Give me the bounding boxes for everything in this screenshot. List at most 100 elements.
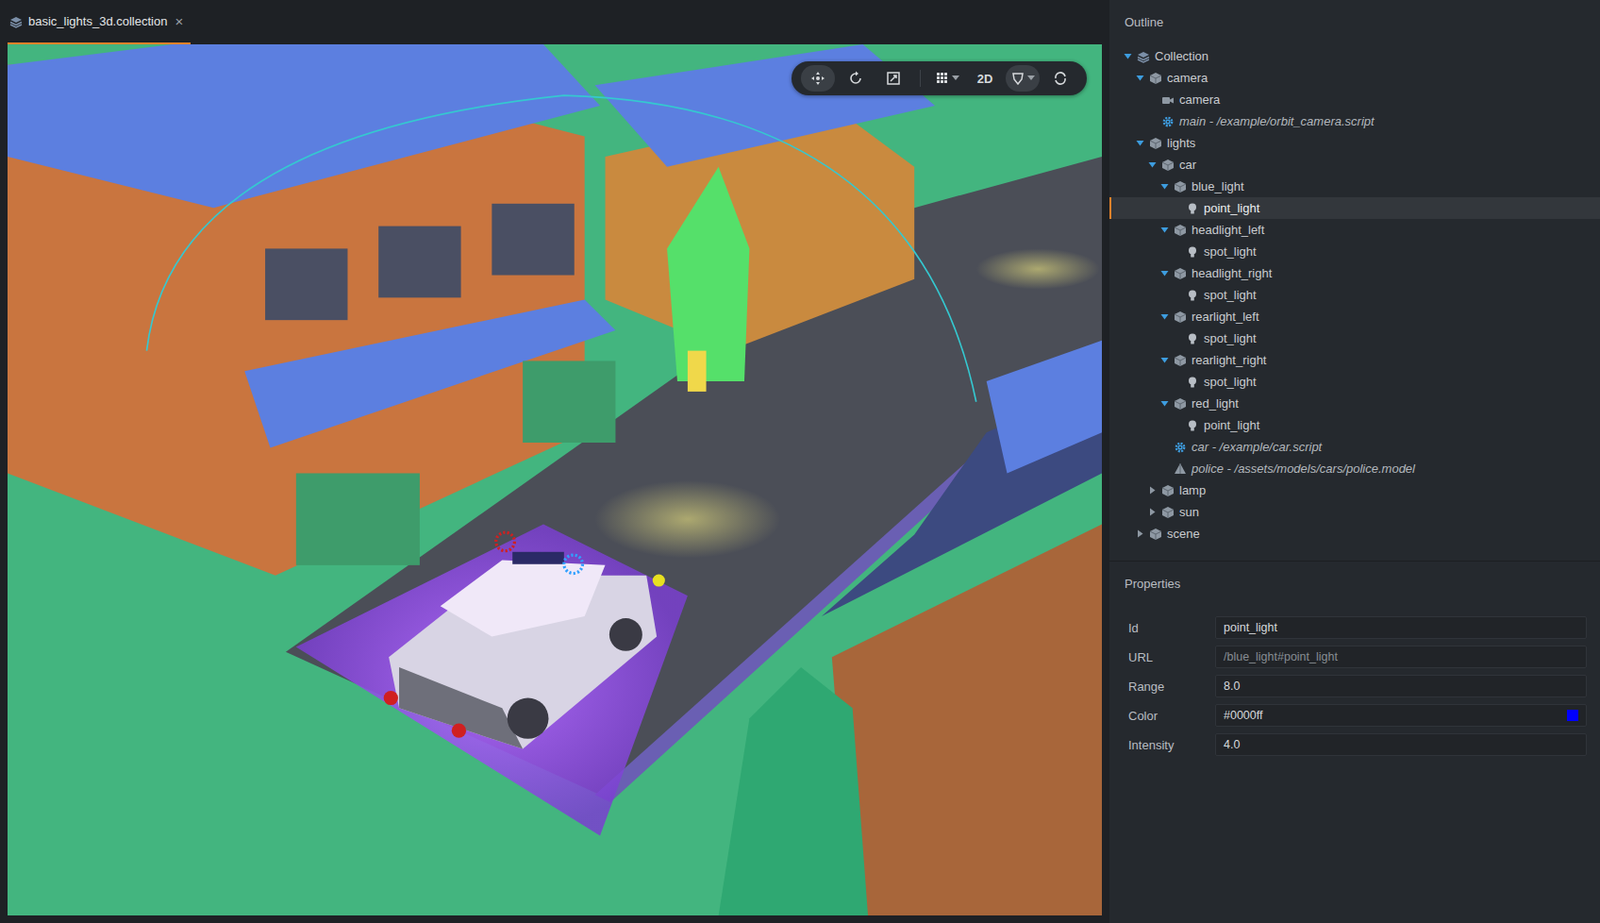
- game-object-icon: [1161, 483, 1175, 498]
- property-label: Intensity: [1128, 737, 1197, 752]
- expanded-arrow-icon[interactable]: [1160, 312, 1169, 321]
- gear-icon: [1161, 115, 1175, 129]
- game-object-icon: [1173, 353, 1187, 367]
- outline-item[interactable]: police - /assets/models/cars/police.mode…: [1109, 457, 1600, 480]
- outline-item[interactable]: spot_light: [1109, 327, 1600, 350]
- property-label: URL: [1128, 650, 1197, 665]
- outline-item[interactable]: sun: [1109, 500, 1600, 523]
- rotate-tool-button[interactable]: [838, 65, 873, 92]
- expanded-arrow-icon[interactable]: [1160, 182, 1169, 191]
- tab-close-button[interactable]: ×: [172, 13, 185, 30]
- scale-icon: [885, 70, 901, 86]
- color-swatch[interactable]: [1566, 709, 1579, 721]
- expanded-arrow-icon[interactable]: [1135, 73, 1145, 83]
- viewport-toolbar: 2D: [791, 61, 1087, 96]
- property-field[interactable]: point_light: [1215, 616, 1587, 639]
- game-object-icon: [1173, 223, 1187, 237]
- property-field[interactable]: 8.0: [1215, 674, 1587, 698]
- editor-window: basic_lights_3d.collection× 2D Outline Coll…: [0, 0, 1600, 923]
- property-label: Id: [1128, 620, 1197, 635]
- editor-area: basic_lights_3d.collection× 2D: [0, 0, 1102, 923]
- game-object-icon: [1161, 158, 1175, 172]
- expanded-arrow-icon[interactable]: [1135, 138, 1145, 148]
- outline-item[interactable]: headlight_right: [1109, 262, 1600, 284]
- game-object-icon: [1149, 136, 1163, 150]
- scene-view[interactable]: [7, 44, 1102, 916]
- camera-realign-icon: [1052, 70, 1068, 86]
- rotate-icon: [848, 70, 864, 86]
- viewport[interactable]: 2D: [7, 44, 1102, 916]
- outline-item[interactable]: rearlight_right: [1109, 349, 1600, 371]
- 2d-mode-button[interactable]: 2D: [967, 65, 1002, 92]
- visibility-filter-icon: [1011, 71, 1025, 85]
- outline-item[interactable]: car: [1109, 153, 1600, 176]
- property-field[interactable]: 4.0: [1215, 733, 1587, 756]
- outline-panel: OutlineCollectioncameracameramain - /exa…: [1109, 0, 1600, 562]
- toolbar-divider: [919, 69, 921, 87]
- grid-button[interactable]: [930, 65, 965, 92]
- expanded-arrow-icon[interactable]: [1160, 268, 1169, 278]
- light-bulb-icon: [1185, 418, 1200, 433]
- collection-icon: [9, 15, 23, 29]
- game-object-icon: [1149, 71, 1163, 85]
- tab-bar: basic_lights_3d.collection×: [7, 0, 1102, 45]
- move-icon: [810, 70, 826, 86]
- outline-item[interactable]: lamp: [1109, 479, 1600, 501]
- side-panel: OutlineCollectioncameracameramain - /exa…: [1109, 0, 1600, 923]
- editor-tab[interactable]: basic_lights_3d.collection×: [7, 0, 191, 45]
- visibility-button[interactable]: [1005, 65, 1040, 92]
- outline-item[interactable]: scene: [1109, 522, 1600, 545]
- light-bulb-icon: [1185, 288, 1200, 302]
- light-bulb-icon: [1185, 245, 1200, 259]
- outline-item[interactable]: headlight_left: [1109, 218, 1600, 241]
- collapsed-arrow-icon[interactable]: [1148, 485, 1157, 495]
- expanded-arrow-icon[interactable]: [1160, 355, 1169, 365]
- light-bulb-icon: [1185, 332, 1200, 346]
- game-object-icon: [1173, 180, 1187, 194]
- light-bulb-icon: [1185, 375, 1200, 389]
- collapsed-arrow-icon[interactable]: [1148, 507, 1157, 517]
- expanded-arrow-icon[interactable]: [1148, 160, 1157, 169]
- property-field[interactable]: #0000ff: [1215, 703, 1587, 727]
- outline-item[interactable]: red_light: [1109, 392, 1600, 415]
- game-object-icon: [1149, 527, 1163, 541]
- property-field: /blue_light#point_light: [1215, 645, 1587, 668]
- outline-title: Outline: [1109, 15, 1600, 34]
- properties-panel: Properties Id point_light URL/blue_light#po…: [1109, 561, 1600, 923]
- outline-item[interactable]: camera: [1109, 66, 1600, 89]
- light-bulb-icon: [1185, 201, 1200, 216]
- realign-camera-button[interactable]: [1043, 65, 1078, 92]
- outline-item[interactable]: spot_light: [1109, 240, 1600, 263]
- dropdown-arrow-icon: [951, 75, 960, 82]
- panel-splitter[interactable]: [1101, 0, 1110, 923]
- grid-icon: [935, 71, 950, 85]
- outline-item[interactable]: point_light: [1109, 414, 1600, 436]
- property-label: Range: [1128, 679, 1197, 694]
- dropdown-arrow-icon: [1027, 75, 1035, 82]
- outline-item[interactable]: Collection: [1109, 45, 1600, 67]
- expanded-arrow-icon[interactable]: [1123, 51, 1133, 61]
- expanded-arrow-icon[interactable]: [1160, 225, 1169, 234]
- model-icon: [1173, 462, 1187, 476]
- outline-item[interactable]: camera: [1109, 88, 1600, 111]
- outline-item[interactable]: point_light: [1109, 197, 1600, 219]
- outline-item[interactable]: main - /example/orbit_camera.script: [1109, 110, 1600, 133]
- game-object-icon: [1161, 505, 1175, 519]
- outline-item[interactable]: rearlight_left: [1109, 305, 1600, 328]
- outline-item[interactable]: lights: [1109, 132, 1600, 154]
- outline-item[interactable]: car - /example/car.script: [1109, 435, 1600, 458]
- properties-title: Properties: [1109, 576, 1600, 596]
- scale-tool-button[interactable]: [876, 65, 911, 92]
- outline-tree: Collectioncameracameramain - /example/or…: [1109, 45, 1600, 545]
- outline-item[interactable]: blue_light: [1109, 175, 1600, 198]
- property-label: Color: [1128, 708, 1197, 723]
- game-object-icon: [1173, 266, 1187, 281]
- properties-grid: Id point_light URL/blue_light#point_light R…: [1109, 606, 1600, 756]
- collapsed-arrow-icon[interactable]: [1135, 529, 1145, 538]
- move-tool-button[interactable]: [800, 65, 835, 92]
- expanded-arrow-icon[interactable]: [1160, 399, 1169, 408]
- outline-item[interactable]: spot_light: [1109, 370, 1600, 393]
- outline-item[interactable]: spot_light: [1109, 283, 1600, 306]
- gear-icon: [1173, 440, 1187, 454]
- camera-icon: [1161, 93, 1175, 107]
